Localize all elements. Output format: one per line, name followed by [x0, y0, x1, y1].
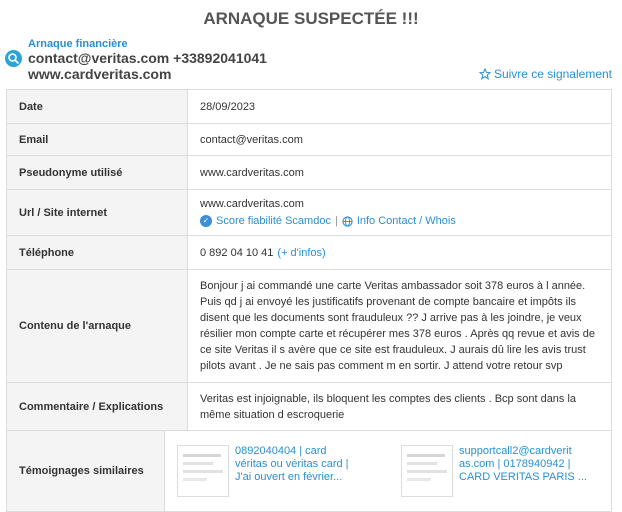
similar-line[interactable]: CARD VERITAS PARIS ... [459, 471, 587, 484]
row-phone: Téléphone 0 892 04 10 41 (+ d'infos) [7, 236, 611, 270]
row-value: Bonjour j ai commandé une carte Veritas … [188, 270, 611, 382]
score-link[interactable]: Score fiabilité Scamdoc [216, 213, 331, 229]
thumbnail-image[interactable] [177, 445, 229, 497]
row-comment: Commentaire / Explications Veritas est i… [7, 383, 611, 431]
similar-line[interactable]: as.com | 0178940942 | [459, 458, 587, 471]
more-info-link[interactable]: (+ d'infos) [277, 245, 325, 261]
link-separator: | [334, 215, 338, 227]
follow-label: Suivre ce signalement [493, 67, 612, 81]
content-line: pilots avant . Je ne sais pas comment m … [200, 360, 563, 372]
row-value: www.cardveritas.com [200, 166, 304, 179]
row-url: Url / Site internet www.cardveritas.com … [7, 190, 611, 236]
scam-category-link[interactable]: Arnaque financière [28, 38, 128, 50]
similar-line[interactable]: véritas ou véritas card | [235, 458, 349, 471]
info-link[interactable]: Info Contact / Whois [357, 213, 456, 229]
page-title: ARNAQUE SUSPECTÉE !!! [203, 9, 419, 28]
content-line: disent que les documents sont frauduleux… [200, 312, 582, 324]
row-value: www.cardveritas.com ✓ Score fiabilité Sc… [188, 190, 611, 235]
content-line: Puis qd j ai envoyé les justificatifs pr… [200, 296, 577, 308]
row-value: 28/09/2023 [200, 100, 256, 113]
content-line: résilier mon compte carte et récupérer m… [200, 328, 595, 340]
row-similar: Témoignages similaires 0892040404 | card… [7, 431, 611, 511]
row-email: Email contact@veritas.com [7, 124, 611, 156]
row-label: Témoignages similaires [7, 431, 165, 511]
similar-item[interactable]: 0892040404 | card véritas ou véritas car… [177, 445, 375, 497]
star-outline-icon [478, 68, 491, 80]
row-date: Date 28/09/2023 [7, 90, 611, 124]
similar-item-text[interactable]: 0892040404 | card véritas ou véritas car… [235, 445, 349, 497]
row-value: 0892040404 | card véritas ou véritas car… [165, 431, 611, 511]
row-label: Date [7, 90, 188, 123]
row-label: Email [7, 124, 188, 155]
content-line: Bonjour j ai commandé une carte Veritas … [200, 280, 586, 292]
similar-item-text[interactable]: supportcall2@cardverit as.com | 01789409… [459, 445, 587, 497]
row-value: 0 892 04 10 41 (+ d'infos) [188, 236, 611, 269]
search-icon [5, 50, 22, 67]
row-label: Téléphone [7, 236, 188, 269]
row-content: Contenu de l'arnaque Bonjour j ai comman… [7, 270, 611, 383]
follow-report-button[interactable]: Suivre ce signalement [478, 67, 612, 81]
row-pseudo: Pseudonyme utilisé www.cardveritas.com [7, 156, 611, 190]
globe-icon [342, 215, 353, 227]
content-line: ce site Veritas il s avère que ce site e… [200, 344, 586, 356]
row-label: Commentaire / Explications [7, 383, 188, 430]
row-label: Contenu de l'arnaque [7, 270, 188, 382]
row-value: Veritas est injoignable, ils bloquent le… [188, 383, 611, 430]
row-label: Url / Site internet [7, 190, 188, 235]
similar-line[interactable]: J'ai ouvert en février... [235, 471, 349, 484]
shield-icon: ✓ [200, 215, 212, 227]
phone-value: 0 892 04 10 41 [200, 246, 274, 259]
row-value: contact@veritas.com [200, 133, 303, 146]
similar-list: 0892040404 | card véritas ou véritas car… [177, 445, 599, 497]
site-line: www.cardveritas.com [28, 66, 172, 82]
similar-line[interactable]: supportcall2@cardverit [459, 445, 587, 458]
thumbnail-image[interactable] [401, 445, 453, 497]
similar-line[interactable]: 0892040404 | card [235, 445, 349, 458]
contact-line: contact@veritas.com +33892041041 [28, 50, 267, 66]
similar-item[interactable]: supportcall2@cardverit as.com | 01789409… [401, 445, 599, 497]
row-label: Pseudonyme utilisé [7, 156, 188, 189]
report-table: Date 28/09/2023 Email contact@veritas.co… [6, 89, 612, 512]
url-value: www.cardveritas.com [200, 198, 304, 210]
comment-line: même situation d escroquerie [200, 408, 345, 421]
comment-line: Veritas est injoignable, ils bloquent le… [200, 392, 577, 405]
url-links: ✓ Score fiabilité Scamdoc | Info Contact… [200, 213, 599, 229]
